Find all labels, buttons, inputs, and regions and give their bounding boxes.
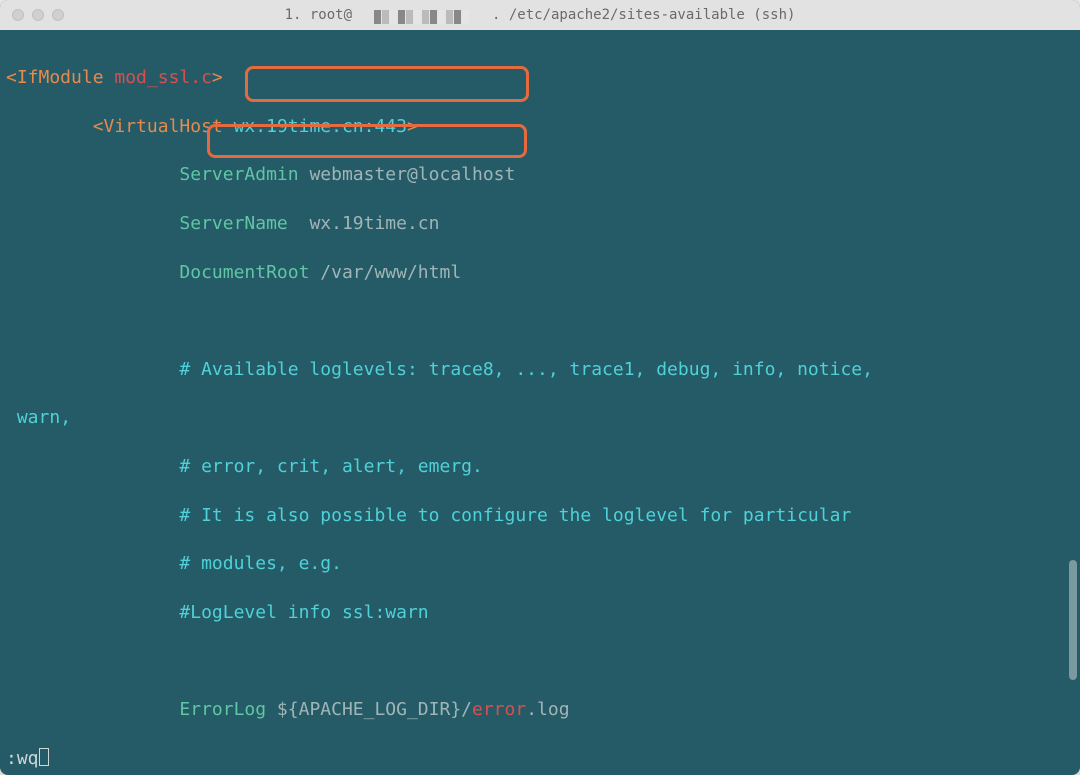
title-redacted-icon <box>352 9 492 23</box>
code-line: # error, crit, alert, emerg. <box>6 455 1074 479</box>
title-prefix: 1. root@ <box>285 7 352 23</box>
code-line <box>6 309 1074 333</box>
cursor-icon <box>39 748 49 766</box>
titlebar: 1. root@ . /etc/apache2/sites-available (… <box>0 0 1080 30</box>
code-line: warn, <box>6 406 1074 430</box>
code-line: # It is also possible to configure the l… <box>6 504 1074 528</box>
code-line: ErrorLog ${APACHE_LOG_DIR}/error.log <box>6 698 1074 722</box>
code-line: <VirtualHost wx.19time.cn:443> <box>6 115 1074 139</box>
code-line: <IfModule mod_ssl.c> <box>6 66 1074 90</box>
code-line: ServerName wx.19time.cn <box>6 212 1074 236</box>
zoom-icon[interactable] <box>52 9 64 21</box>
code-line: DocumentRoot /var/www/html <box>6 261 1074 285</box>
code-line: ServerAdmin webmaster@localhost <box>6 163 1074 187</box>
terminal-window: 1. root@ . /etc/apache2/sites-available (… <box>0 0 1080 775</box>
close-icon[interactable] <box>12 9 24 21</box>
terminal-content[interactable]: <IfModule mod_ssl.c> <VirtualHost wx.19t… <box>0 30 1080 748</box>
vim-status-line: :wq <box>0 748 1080 775</box>
title-path: . /etc/apache2/sites-available (ssh) <box>492 7 795 23</box>
code-line: #LogLevel info ssl:warn <box>6 601 1074 625</box>
code-line: # Available loglevels: trace8, ..., trac… <box>6 358 1074 382</box>
code-line <box>6 649 1074 673</box>
code-line: CustomLog ${APACHE_LOG_DIR}/access.log c… <box>6 747 1074 748</box>
scrollbar-thumb[interactable] <box>1069 560 1077 680</box>
minimize-icon[interactable] <box>32 9 44 21</box>
traffic-lights <box>12 9 64 21</box>
code-line: # modules, e.g. <box>6 552 1074 576</box>
vim-command: :wq <box>6 748 39 769</box>
window-title: 1. root@ . /etc/apache2/sites-available (… <box>10 7 1070 23</box>
